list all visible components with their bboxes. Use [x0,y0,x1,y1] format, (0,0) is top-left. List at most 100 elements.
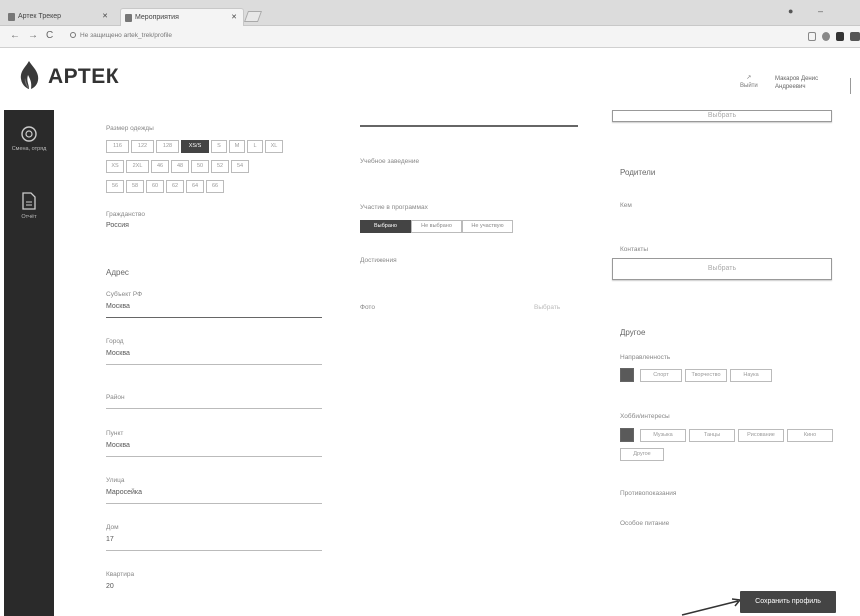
contact-label: Контакты [620,246,649,253]
photo-label: Фото [360,304,375,311]
health-label[interactable]: Противопоказания [620,490,676,497]
app-header: АРТЕК ↗ Выйти Макаров Денис Андреевич [0,48,860,110]
citizenship-label: Гражданство [106,211,145,218]
save-profile-button[interactable]: Сохранить профиль [740,591,836,613]
option-chip[interactable]: Музыка [640,429,686,442]
house-label: Дом [106,524,119,531]
tab-label: Мероприятия [135,14,179,21]
profile-form: Размер одежды 116 122 128 XS/S S M L XL XS 2XL 46… [54,110,860,616]
street-underline [106,503,322,504]
program-segment[interactable]: Не выбрано [411,220,462,233]
relation-label[interactable]: Кем [620,202,632,209]
size-chip[interactable]: 122 [131,140,154,153]
size-chip[interactable]: 58 [126,180,144,193]
school-label[interactable]: Учебное заведение [360,158,419,165]
profile-icon[interactable]: ● [788,6,793,16]
url-field[interactable]: Не защищено artek_trek/profile [70,32,172,39]
size-chip[interactable]: 60 [146,180,164,193]
street-value[interactable]: Маросейка [106,489,142,496]
size-chip[interactable]: 64 [186,180,204,193]
reload-icon[interactable]: C [46,30,53,41]
activity-color-swatch[interactable] [620,368,634,382]
size-chip[interactable]: M [229,140,245,153]
favicon-icon [125,14,132,22]
size-chip[interactable]: 2XL [126,160,149,173]
district-underline [106,408,322,409]
size-chip[interactable]: 56 [106,180,124,193]
flat-label: Квартира [106,571,135,578]
star-icon[interactable] [822,32,830,41]
forward-icon[interactable]: → [28,30,38,41]
browser-tab-bar: Артек Трекер ✕ Мероприятия ✕ ● – [0,0,860,26]
option-chip[interactable]: Танцы [689,429,735,442]
size-chip[interactable]: 52 [211,160,229,173]
activity-label: Направленность [620,354,671,361]
achievements-label[interactable]: Достижения [360,257,397,264]
size-chip[interactable]: 48 [171,160,189,173]
region-value[interactable]: Москва [106,303,130,310]
size-chip[interactable]: 66 [206,180,224,193]
other-heading: Другое [620,328,646,337]
tab-label: Артек Трекер [18,13,62,20]
option-chip[interactable]: Кино [787,429,833,442]
user-name[interactable]: Макаров Денис Андреевич [775,75,845,91]
browser-tab[interactable]: Артек Трекер ✕ [4,8,114,26]
annotation-arrow-icon [681,598,742,616]
compass-icon [21,126,37,142]
size-chip[interactable]: 62 [166,180,184,193]
address-heading: Адрес [106,268,129,277]
option-chip[interactable]: Творчество [685,369,727,382]
locality-value[interactable]: Москва [106,442,130,449]
url-text: Не защищено artek_trek/profile [80,32,172,39]
info-icon [70,32,76,39]
option-chip[interactable]: Наука [730,369,772,382]
extension-icon[interactable] [850,32,860,41]
street-label: Улица [106,477,125,484]
option-chip[interactable]: Спорт [640,369,682,382]
size-chip[interactable]: XL [265,140,283,153]
choose-photo-link[interactable]: Выбрать [534,304,560,311]
sidebar-item-label: Отчёт [21,214,37,220]
sidebar-item-shift[interactable]: Смена, отряд [4,126,54,152]
extension-icon[interactable] [836,32,844,41]
address-bar: ← → C Не защищено artek_trek/profile [0,26,860,48]
size-chip[interactable]: 116 [106,140,129,153]
sidebar-item-report[interactable]: Отчёт [4,192,54,220]
size-chip[interactable]: L [247,140,263,153]
size-chip[interactable]: XS [106,160,124,173]
diet-label[interactable]: Особое питание [620,520,669,527]
size-label: Размер одежды [106,125,154,132]
program-segment[interactable]: Выбрано [360,220,411,233]
minimize-icon[interactable]: – [818,6,823,16]
new-tab-button[interactable] [243,11,263,22]
parents-heading: Родители [620,168,656,177]
browser-tab-active[interactable]: Мероприятия ✕ [120,8,244,26]
sidebar: Смена, отряд Отчёт [4,110,54,616]
logout-button[interactable]: ↗ Выйти [740,74,758,90]
size-chip[interactable]: 50 [191,160,209,173]
favicon-icon [8,13,15,21]
size-chip[interactable]: S [211,140,227,153]
district-label[interactable]: Район [106,394,125,401]
house-value[interactable]: 17 [106,536,114,543]
zoom-icon[interactable] [808,32,816,41]
size-chip[interactable]: 54 [231,160,249,173]
size-chip[interactable]: 46 [151,160,169,173]
hobbies-color-swatch[interactable] [620,428,634,442]
brand-title: АРТЕК [48,65,120,88]
school-underline [360,125,578,127]
option-chip[interactable]: Рисование [738,429,784,442]
program-segment[interactable]: Не участвую [462,220,513,233]
artek-logo-icon [20,61,39,89]
size-chip[interactable]: 128 [156,140,179,153]
flat-value[interactable]: 20 [106,583,114,590]
top-select-button[interactable]: Выбрать [612,110,832,122]
hobby-option-other[interactable]: Другое [620,448,664,461]
size-chip[interactable]: XS/S [181,140,209,153]
close-tab-icon[interactable]: ✕ [102,8,108,26]
close-tab-icon[interactable]: ✕ [231,9,237,27]
back-icon[interactable]: ← [10,30,20,41]
citizenship-value[interactable]: Россия [106,222,129,229]
city-value[interactable]: Москва [106,350,130,357]
add-parent-button[interactable]: Выбрать [612,258,832,280]
